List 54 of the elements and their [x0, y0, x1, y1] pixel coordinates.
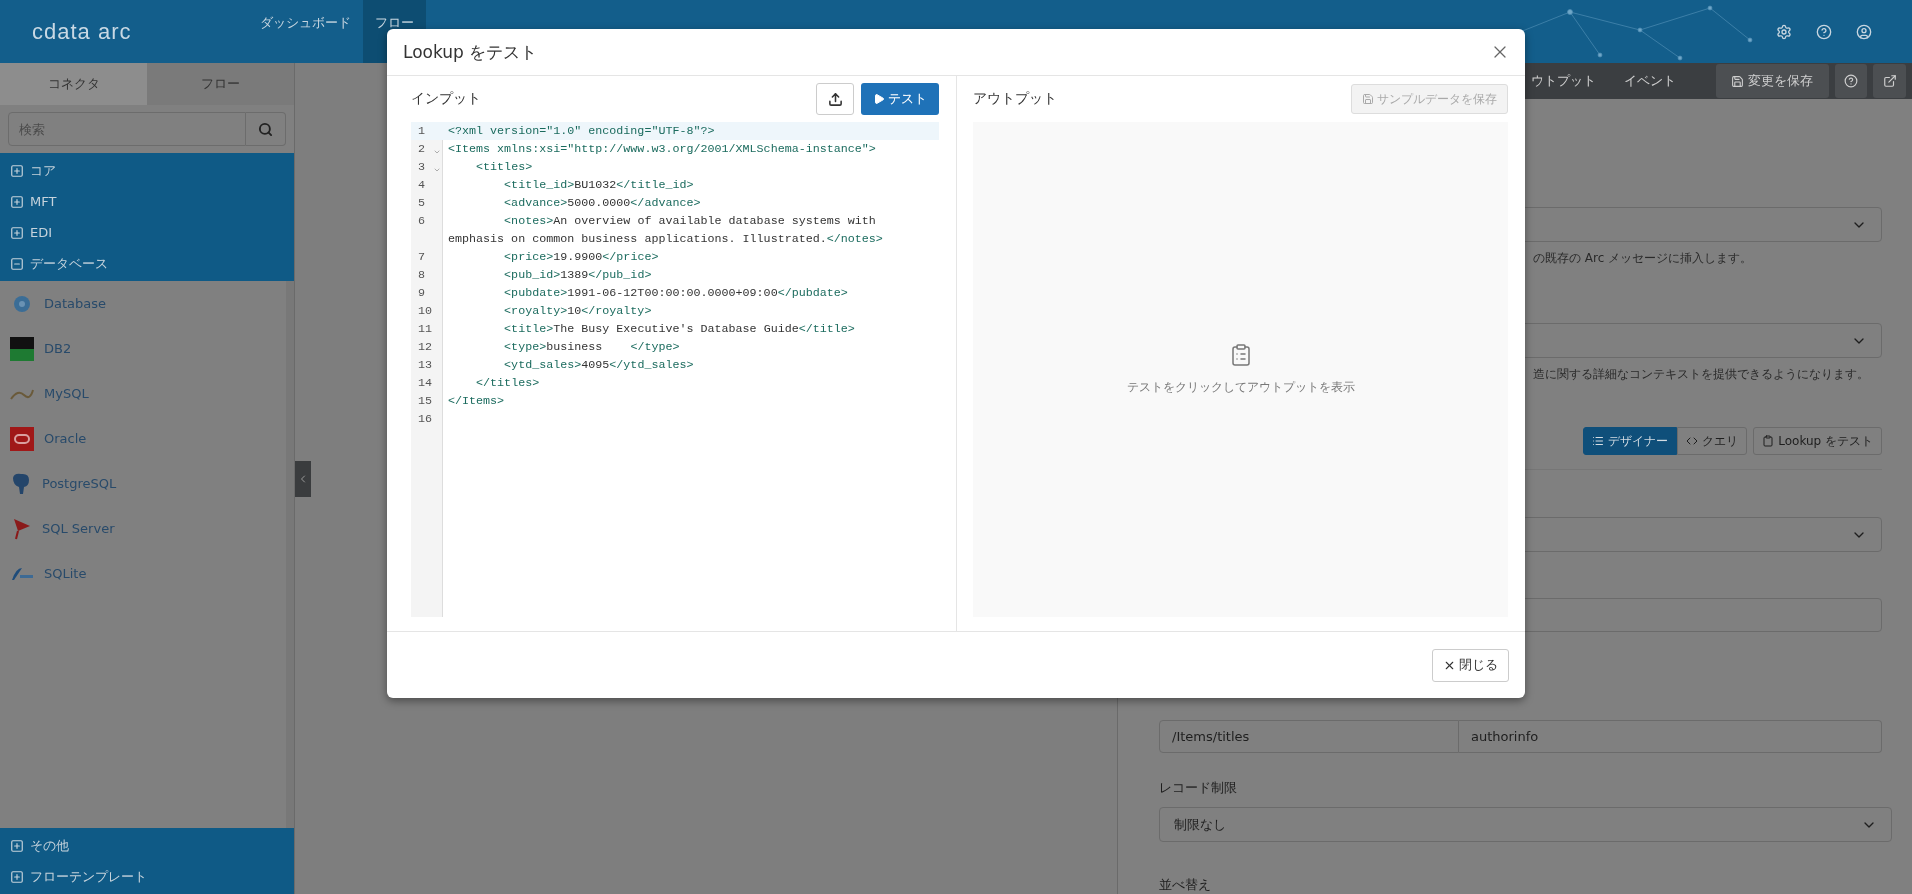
code-line: <ytd_sales>4095</ytd_sales>: [503, 357, 695, 374]
code-line: <notes>An overview of available database systems with emphasis on common business applications. Illustrated.</notes>: [447, 213, 884, 248]
line-number: 11: [417, 321, 433, 338]
code-line: <royalty>10</royalty>: [503, 303, 653, 320]
pane-title: インプット: [411, 90, 481, 108]
line-number: 14: [417, 375, 433, 392]
line-number: 15: [417, 393, 433, 410]
code-line: <?xml version="1.0" encoding="UTF-8"?>: [447, 123, 716, 140]
connector-label: SQL Server: [42, 521, 115, 536]
line-number: 12: [417, 339, 433, 356]
connector-label: Database: [44, 296, 107, 311]
connector-label: MySQL: [44, 386, 89, 401]
connector-label: SQLite: [44, 566, 87, 581]
line-number: 2: [417, 141, 426, 158]
code-line: <advance>5000.0000</advance>: [503, 195, 702, 212]
line-number: 13: [417, 357, 433, 374]
code-line: <title_id>BU1032</title_id>: [503, 177, 695, 194]
connector-label: DB2: [44, 341, 72, 356]
line-number: 5: [417, 195, 426, 212]
field-label: 並べ替え: [1159, 876, 1212, 894]
empty-message: テストをクリックしてアウトプットを表示: [1126, 379, 1355, 396]
line-number: 16: [417, 411, 433, 428]
field-label: レコード制限: [1159, 779, 1238, 797]
connector-label: Oracle: [44, 431, 87, 446]
category-label: EDI: [30, 225, 53, 240]
logo: cdata arc: [31, 17, 133, 46]
help-text: 造に関する詳細なコンテキストを提供できるようになります。: [1533, 366, 1870, 383]
code-line: </titles>: [475, 375, 541, 392]
code-line: <titles>: [475, 159, 534, 176]
code-line: <type>business </type>: [503, 339, 681, 356]
code-line: <pubdate>1991-06-12T00:00:00.0000+09:00</pubdate>: [503, 285, 849, 302]
code-line: <Items xmlns:xsi="http://www.w3.org/2001/XMLSchema-instance">: [447, 141, 877, 158]
pane-title: アウトプット: [973, 90, 1057, 108]
code-line: <title>The Busy Executive's Database Guide</title>: [503, 321, 856, 338]
line-number: 10: [417, 303, 433, 320]
line-number: 6: [417, 213, 426, 230]
category-label: その他: [30, 836, 69, 855]
line-number: 1: [417, 123, 426, 140]
category-label: データベース: [30, 254, 108, 273]
help-text: の既存の Arc メッセージに挿入します。: [1533, 250, 1754, 267]
line-number: 8: [417, 267, 426, 284]
dialog-title: Lookup をテスト: [403, 40, 538, 64]
line-number: 9: [417, 285, 426, 302]
category-label: MFT: [30, 194, 57, 209]
code-line: </Items>: [447, 393, 506, 410]
line-number: 4: [417, 177, 426, 194]
code-line: <pub_id>1389</pub_id>: [503, 267, 653, 284]
line-number: 7: [417, 249, 426, 266]
code-line: <price>19.9900</price>: [503, 249, 660, 266]
line-number: 3: [417, 159, 426, 176]
select-value: 制限なし: [1174, 815, 1226, 834]
category-label: フローテンプレート: [30, 867, 147, 886]
connector-label: PostgreSQL: [42, 476, 117, 491]
category-label: コア: [30, 161, 56, 180]
